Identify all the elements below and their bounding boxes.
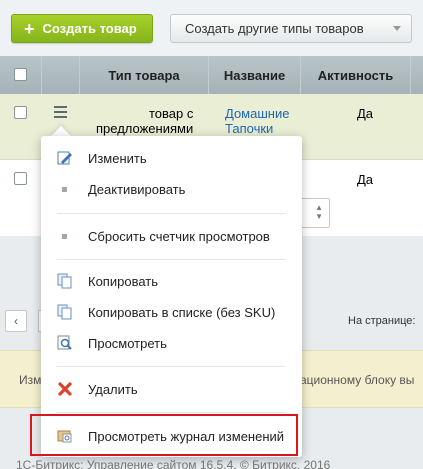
menu-item-reset-views[interactable]: Сбросить счетчик просмотров — [41, 221, 302, 251]
copy-icon — [57, 304, 73, 320]
header-actions-cell — [42, 56, 80, 94]
dot-icon — [57, 228, 73, 244]
menu-divider — [57, 213, 286, 214]
view-icon — [57, 335, 73, 351]
row-context-menu: Изменить Деактивировать Сбросить счетчик… — [41, 136, 302, 457]
delete-icon — [57, 381, 73, 397]
menu-item-label: Просмотреть — [88, 335, 167, 351]
row-name-link-cont[interactable]: Тапочки — [225, 121, 273, 136]
notice-text-right: ационному блоку вы — [300, 373, 415, 387]
row-checkbox[interactable] — [14, 106, 27, 119]
chevron-down-icon — [393, 26, 401, 31]
header-name[interactable]: Название — [209, 56, 301, 94]
menu-item-delete[interactable]: Удалить — [41, 374, 302, 404]
toolbar: + Создать товар Создать другие типы това… — [0, 0, 423, 56]
row-type-cont: предложениями — [96, 121, 194, 136]
menu-item-label: Сбросить счетчик просмотров — [88, 228, 270, 244]
create-product-button[interactable]: + Создать товар — [11, 14, 153, 43]
select-all-checkbox[interactable] — [14, 68, 27, 81]
menu-item-edit[interactable]: Изменить — [41, 143, 302, 173]
header-active[interactable]: Активность — [301, 56, 411, 94]
menu-item-label: Удалить — [88, 381, 138, 397]
edit-icon — [57, 150, 73, 166]
menu-item-label: Изменить — [88, 150, 147, 166]
menu-divider — [57, 366, 286, 367]
header-select-cell — [0, 56, 42, 94]
menu-item-label: Деактивировать — [88, 181, 186, 197]
row-name-link[interactable]: Домашние — [225, 106, 289, 121]
copy-icon — [57, 273, 73, 289]
prev-page-button[interactable]: ‹ — [5, 310, 27, 332]
notice-text-left: Изм — [19, 373, 42, 387]
row-actions-menu-icon[interactable] — [54, 106, 68, 118]
menu-item-deactivate[interactable]: Деактивировать — [41, 174, 302, 204]
menu-item-label: Копировать — [88, 273, 158, 289]
row-type: товар с — [149, 106, 194, 121]
menu-divider — [57, 412, 286, 413]
per-page-label: На странице: — [348, 315, 416, 327]
menu-item-view[interactable]: Просмотреть — [41, 328, 302, 358]
header-type[interactable]: Тип товара — [80, 56, 209, 94]
menu-item-copy[interactable]: Копировать — [41, 266, 302, 296]
menu-item-label: Копировать в списке (без SKU) — [88, 304, 276, 320]
menu-divider — [57, 259, 286, 260]
plus-icon: + — [24, 18, 35, 39]
copyright-footer: 1С-Битрикс: Управление сайтом 16.5.4. © … — [16, 458, 331, 469]
menu-item-copy-no-sku[interactable]: Копировать в списке (без SKU) — [41, 297, 302, 327]
grid-header: Тип товара Название Активность — [0, 56, 423, 94]
create-other-types-button[interactable]: Создать другие типы товаров — [170, 14, 412, 43]
dot-icon — [57, 181, 73, 197]
row-checkbox[interactable] — [14, 172, 27, 185]
row-active: Да — [357, 172, 374, 187]
highlight-frame — [30, 414, 298, 456]
row-active: Да — [357, 106, 374, 121]
create-other-types-label: Создать другие типы товаров — [185, 21, 364, 36]
create-product-label: Создать товар — [42, 21, 137, 36]
